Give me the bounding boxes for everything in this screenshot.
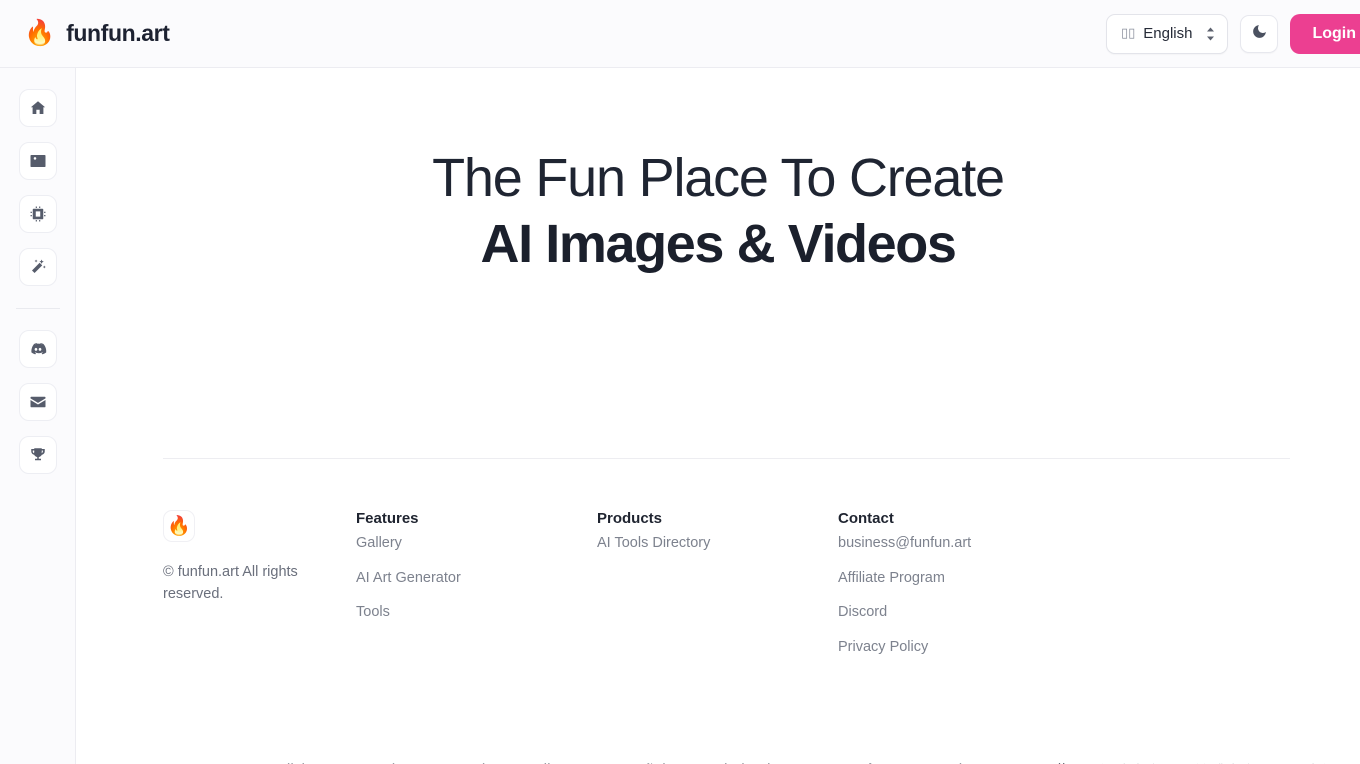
footer-link-affiliate-program[interactable]: Affiliate Program: [838, 569, 1138, 589]
language-option[interactable]: ▯▯English: [239, 760, 310, 764]
main-content: The Fun Place To Create AI Images & Vide…: [76, 68, 1360, 764]
language-selector[interactable]: ▯▯ English: [1105, 13, 1229, 54]
top-header-bar: 🔥 funfun.art ▯▯ English Login: [0, 0, 1360, 68]
footer-brand-column: 🔥 © funfun.art All rights reserved.: [163, 510, 356, 657]
footer-column-contact: Contact business@funfun.art Affiliate Pr…: [838, 510, 1138, 657]
footer-column-title: Contact: [838, 510, 894, 527]
language-option[interactable]: ▯▯Русский: [988, 760, 1066, 764]
trophy-icon: [29, 446, 47, 464]
sidebar-divider: [15, 308, 60, 309]
sidebar-item-contact[interactable]: [18, 383, 57, 421]
magic-wand-icon: [29, 258, 47, 276]
footer-logo[interactable]: 🔥: [163, 510, 195, 542]
hero-headline-line1: The Fun Place To Create: [432, 148, 1005, 208]
footer-column-title: Features: [356, 510, 419, 527]
sidebar-item-home[interactable]: [18, 89, 57, 127]
language-option[interactable]: ▯▯日本語: [1270, 760, 1337, 764]
home-icon: [29, 99, 47, 117]
chevron-updown-icon: [1204, 25, 1216, 43]
mail-icon: [29, 393, 47, 411]
header-actions: ▯▯ English Login: [1105, 13, 1360, 54]
sidebar-item-ai-tools[interactable]: [18, 248, 57, 286]
language-option[interactable]: ▯▯Italiano: [506, 760, 576, 764]
flame-icon: 🔥: [167, 515, 191, 537]
sidebar-item-discord[interactable]: [18, 330, 57, 368]
hero-headline-line2: AI Images & Videos: [480, 213, 957, 274]
footer-link-business-email[interactable]: business@funfun.art: [838, 534, 1138, 554]
page-footer: 🔥 © funfun.art All rights reserved. Feat…: [163, 458, 1290, 657]
image-icon: [29, 152, 47, 170]
footer-link-ai-tools-directory[interactable]: AI Tools Directory: [597, 534, 838, 554]
footer-link-privacy-policy[interactable]: Privacy Policy: [838, 638, 1138, 658]
language-option[interactable]: ▯▯Deutsch: [323, 760, 400, 764]
flag-placeholder-icon: ▯▯: [1120, 26, 1136, 41]
dark-mode-toggle[interactable]: [1240, 14, 1279, 53]
language-switcher-list: ▯▯English ▯▯Deutsch ▯▯Français ▯▯Italiano ▯▯…: [239, 760, 1344, 764]
brand-logo[interactable]: 🔥 funfun.art: [24, 19, 170, 47]
language-option[interactable]: ▯▯简体中文: [1079, 760, 1161, 764]
footer-link-gallery[interactable]: Gallery: [356, 534, 597, 554]
language-option[interactable]: ▯▯Español: [589, 760, 665, 764]
language-option-label: 简体中文: [1099, 760, 1161, 764]
footer-link-tools[interactable]: Tools: [356, 603, 597, 623]
footer-column-products: Products AI Tools Directory: [597, 510, 838, 657]
sidebar-item-leaderboard[interactable]: [18, 436, 57, 474]
language-option[interactable]: ▯▯Français: [413, 760, 493, 764]
sidebar-item-gallery[interactable]: [18, 142, 57, 180]
language-option[interactable]: ▯▯繁體中文: [1174, 760, 1256, 764]
footer-link-ai-art-generator[interactable]: AI Art Generator: [356, 569, 597, 589]
footer-column-title: Products: [597, 510, 663, 527]
language-option-label: 繁體中文: [1195, 760, 1257, 764]
discord-icon: [29, 340, 47, 358]
cpu-chip-icon: [29, 205, 47, 223]
language-option[interactable]: ▯▯Svenska: [895, 760, 975, 764]
language-option[interactable]: ▯▯Nederlands: [679, 760, 779, 764]
footer-column-features: Features Gallery AI Art Generator Tools: [356, 510, 597, 657]
language-option-label: 日本語: [1290, 760, 1337, 764]
flame-icon: 🔥: [24, 19, 56, 47]
language-selector-value: English: [1143, 25, 1193, 42]
hero-section: The Fun Place To Create AI Images & Vide…: [76, 68, 1360, 278]
footer-link-discord[interactable]: Discord: [838, 603, 1138, 623]
left-sidebar: [0, 68, 76, 764]
moon-icon: [1251, 23, 1268, 45]
brand-name-label: funfun.art: [66, 20, 170, 46]
footer-columns: 🔥 © funfun.art All rights reserved. Feat…: [163, 459, 1290, 657]
sidebar-item-models[interactable]: [18, 195, 57, 233]
language-option[interactable]: ▯▯Português: [791, 760, 882, 764]
footer-copyright: © funfun.art All rights reserved.: [163, 564, 298, 602]
login-button[interactable]: Login: [1290, 13, 1360, 54]
